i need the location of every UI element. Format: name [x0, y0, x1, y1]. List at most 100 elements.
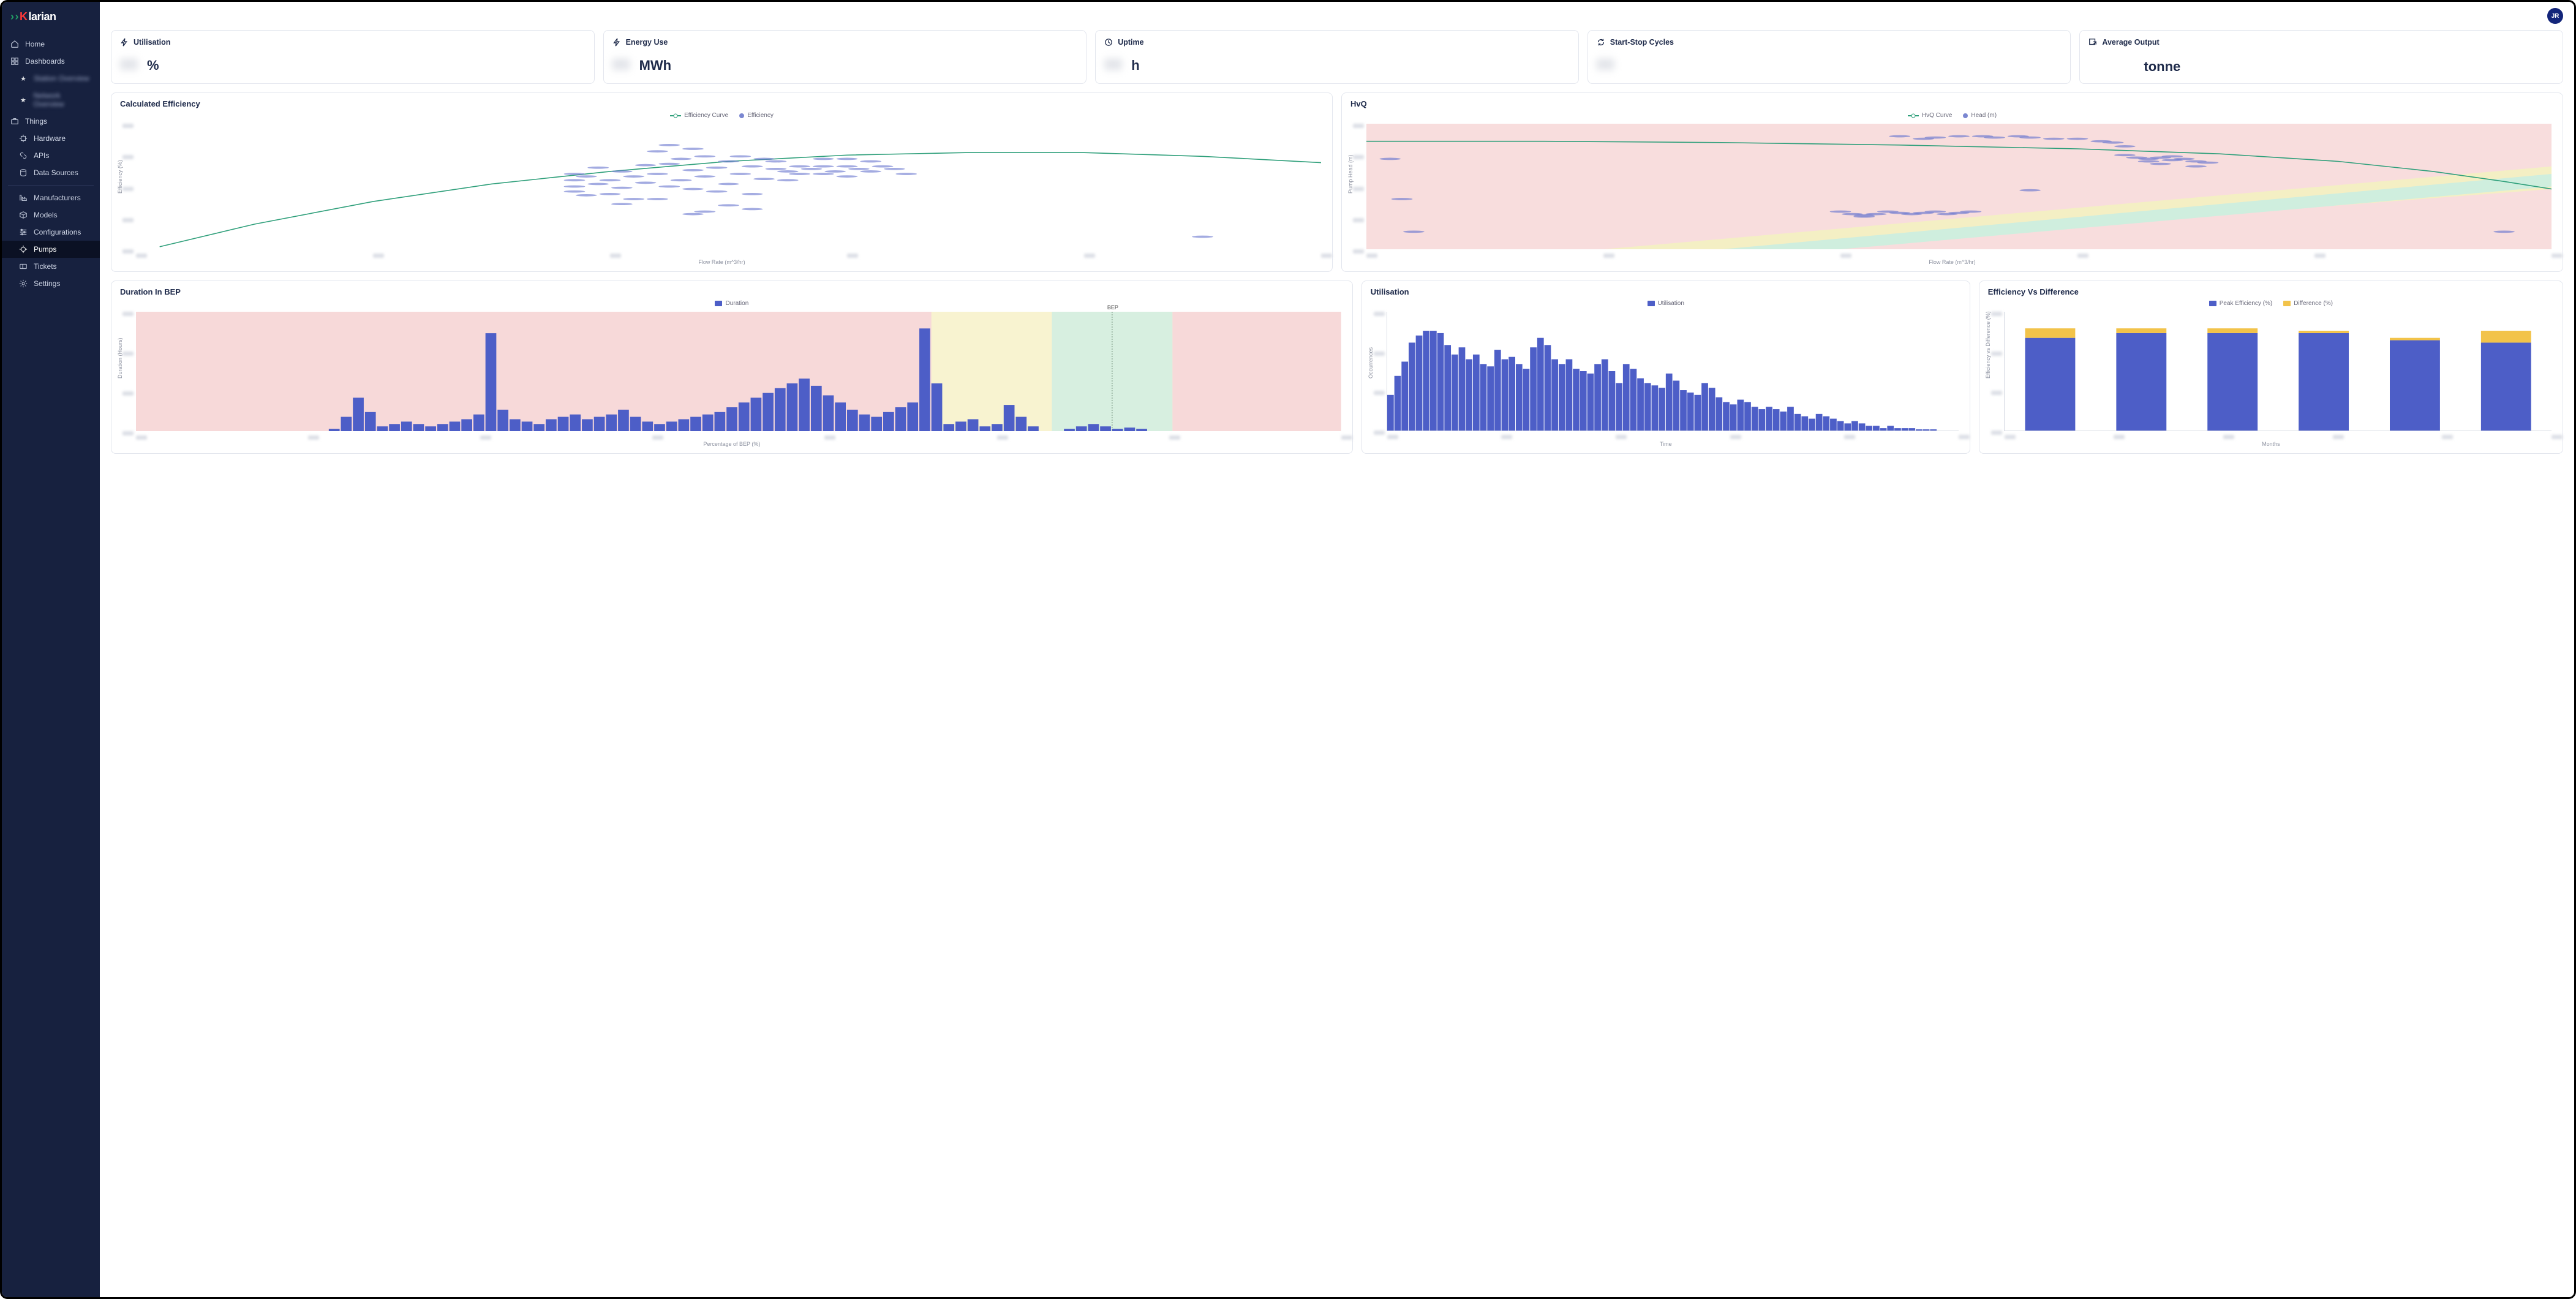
- nav-separator: [8, 185, 94, 186]
- kpi-label: Energy Use: [626, 38, 668, 47]
- kpi-output: Average Output tonne: [2079, 30, 2563, 84]
- legend-bar-icon: [1648, 301, 1655, 306]
- kpi-unit: %: [147, 58, 159, 73]
- x-axis-label: Flow Rate (m^3/hr): [1929, 259, 1975, 265]
- chart-efficiency: Calculated Efficiency Efficiency Curve E…: [111, 92, 1333, 272]
- refresh-icon: [1597, 38, 1605, 47]
- legend-label: Utilisation: [1658, 300, 1684, 307]
- kpi-row: Utilisation 00% Energy Use 00MWh Uptime …: [111, 30, 2563, 84]
- y-axis-label: Occurrences: [1368, 347, 1374, 378]
- nav-label-blurred: Network Overview: [34, 91, 91, 108]
- nav-tickets[interactable]: Tickets: [2, 258, 100, 275]
- nav-label: Models: [34, 211, 58, 219]
- main-content: JR Utilisation 00% Energy Use 00MWh Upti…: [100, 2, 2574, 1297]
- nav-models[interactable]: Models: [2, 206, 100, 224]
- nav-manufacturers[interactable]: Manufacturers: [2, 189, 100, 206]
- chart-canvas: [2004, 312, 2552, 431]
- legend-label: Difference (%): [2294, 300, 2333, 307]
- x-axis-label: Time: [1660, 441, 1672, 447]
- chart-title: HvQ: [1350, 99, 2554, 108]
- nav-fav-2[interactable]: ★ Network Overview: [2, 87, 100, 113]
- nav-settings[interactable]: Settings: [2, 275, 100, 292]
- pump-icon: [19, 245, 28, 254]
- user-avatar[interactable]: JR: [2547, 8, 2563, 24]
- x-axis-label: Flow Rate (m^3/hr): [698, 259, 745, 265]
- kpi-value-blurred: [2088, 55, 2137, 71]
- kpi-unit: h: [1131, 58, 1139, 73]
- nav-label-blurred: Station Overview: [34, 74, 89, 83]
- kpi-value-blurred: 00: [1104, 55, 1125, 74]
- bep-marker-label: BEP: [1107, 304, 1118, 311]
- nav-label: Hardware: [34, 134, 66, 143]
- kpi-label: Start-Stop Cycles: [1610, 38, 1674, 47]
- kpi-label: Average Output: [2102, 38, 2159, 47]
- kpi-unit: tonne: [2144, 59, 2180, 75]
- kpi-utilisation: Utilisation 00%: [111, 30, 595, 84]
- nav-hardware[interactable]: Hardware: [2, 130, 100, 147]
- sidebar: ››Klarian Home Dashboards ★ Station Over…: [2, 2, 100, 1297]
- nav-label: Tickets: [34, 262, 57, 271]
- y-axis-label: Efficiency vs Difference (%): [1985, 311, 1991, 378]
- nav-label: Pumps: [34, 245, 56, 254]
- chart-legend: Utilisation: [1371, 300, 1961, 307]
- dashboard-icon: [10, 57, 19, 66]
- topbar: JR: [100, 2, 2574, 30]
- briefcase-icon: [10, 117, 19, 126]
- chart-canvas: [1387, 312, 1959, 431]
- star-icon: ★: [19, 74, 28, 83]
- kpi-energy: Energy Use 00MWh: [603, 30, 1087, 84]
- legend-dot-icon: [1963, 113, 1968, 118]
- x-axis-label: Months: [2262, 441, 2280, 447]
- legend-label: Efficiency: [747, 112, 774, 119]
- y-axis-label: Duration (Hours): [117, 337, 123, 378]
- nav-fav-1[interactable]: ★ Station Overview: [2, 70, 100, 87]
- legend-bar-icon: [715, 301, 722, 306]
- gear-icon: [19, 279, 28, 288]
- chart-utilisation: Utilisation Utilisation Occurrences Time: [1361, 281, 1970, 454]
- chart-bep: Duration In BEP Duration Duration (Hours…: [111, 281, 1353, 454]
- logo-text: larian: [29, 10, 56, 23]
- kpi-label: Utilisation: [134, 38, 170, 47]
- sliders-icon: [19, 228, 28, 236]
- bolt-icon: [120, 38, 129, 47]
- chart-title: Utilisation: [1371, 287, 1961, 296]
- nav-label: Home: [25, 40, 45, 48]
- chart-canvas: [136, 124, 1321, 249]
- x-axis-label: Percentage of BEP (%): [703, 441, 760, 447]
- cube-icon: [19, 211, 28, 219]
- nav-home[interactable]: Home: [2, 36, 100, 53]
- nav-dashboards[interactable]: Dashboards: [2, 53, 100, 70]
- chart-eff-diff: Efficiency Vs Difference Peak Efficiency…: [1979, 281, 2563, 454]
- database-icon: [19, 168, 28, 177]
- nav-label: Data Sources: [34, 168, 78, 177]
- home-icon: [10, 40, 19, 48]
- legend-bar-icon: [2209, 301, 2216, 306]
- nav-pumps[interactable]: Pumps: [2, 241, 100, 258]
- chart-legend: Efficiency Curve Efficiency: [120, 112, 1324, 119]
- export-icon: [2088, 38, 2097, 47]
- chart-legend: HvQ Curve Head (m): [1350, 112, 2554, 119]
- chart-legend: Peak Efficiency (%) Difference (%): [1988, 300, 2554, 307]
- chart-title: Efficiency Vs Difference: [1988, 287, 2554, 296]
- ticket-icon: [19, 262, 28, 271]
- logo-chevron-icon: ›: [10, 10, 14, 23]
- legend-bar-icon: [2283, 301, 2291, 306]
- nav-configurations[interactable]: Configurations: [2, 224, 100, 241]
- kpi-value-blurred: 00: [120, 55, 141, 74]
- logo-chevron-icon: ›: [15, 10, 19, 23]
- nav-apis[interactable]: APIs: [2, 147, 100, 164]
- chart-title: Duration In BEP: [120, 287, 1344, 296]
- nav-things[interactable]: Things: [2, 113, 100, 130]
- brand-logo: ››Klarian: [2, 2, 100, 36]
- link-icon: [19, 151, 28, 160]
- star-icon: ★: [19, 96, 28, 104]
- chip-icon: [19, 134, 28, 143]
- nav-data-sources[interactable]: Data Sources: [2, 164, 100, 181]
- nav-label: APIs: [34, 151, 49, 160]
- chart-canvas: BEP: [136, 312, 1341, 431]
- legend-label: Efficiency Curve: [684, 112, 728, 119]
- kpi-unit: MWh: [639, 58, 672, 73]
- chart-hvq: HvQ HvQ Curve Head (m) Pump Head (m) Flo…: [1341, 92, 2563, 272]
- chart-canvas: [1366, 124, 2552, 249]
- nav-label: Settings: [34, 279, 60, 288]
